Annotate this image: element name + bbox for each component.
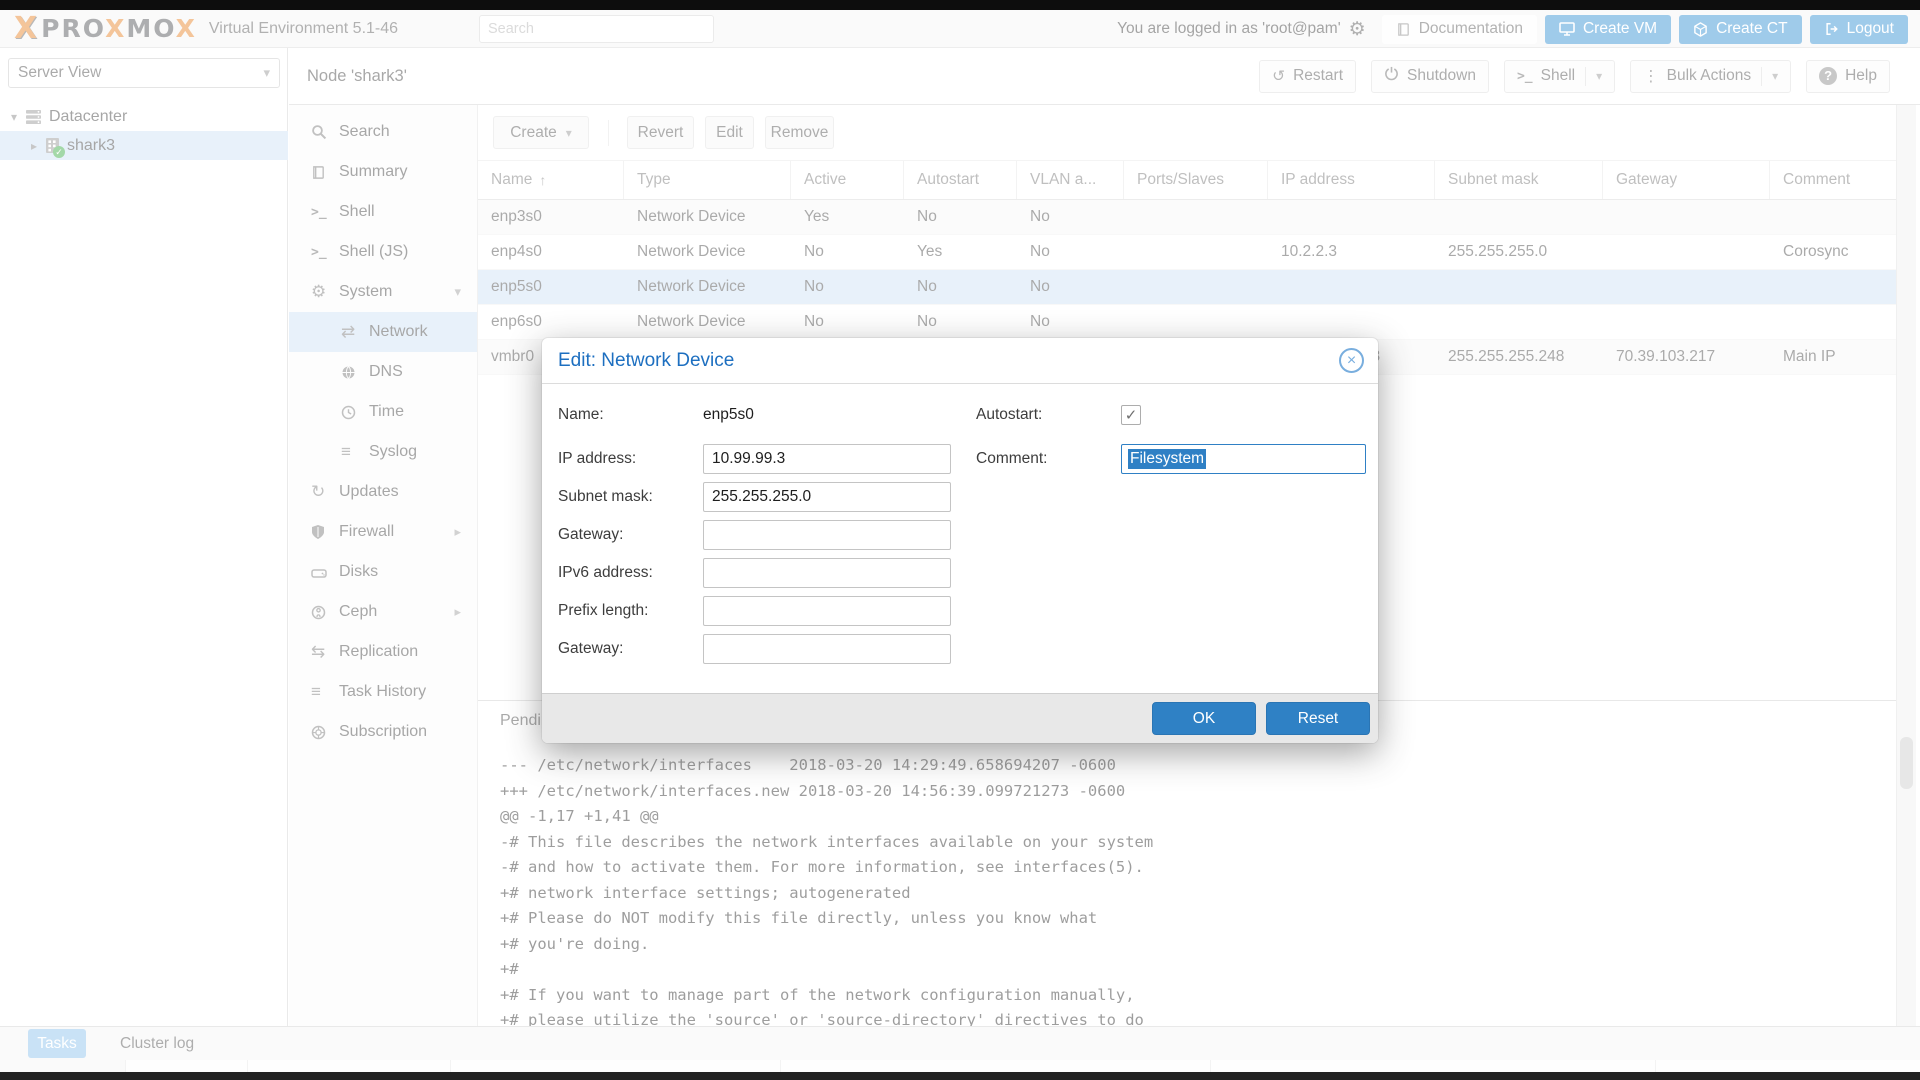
field-row-name: Name: enp5s0 bbox=[558, 402, 958, 428]
name-value: enp5s0 bbox=[703, 406, 754, 424]
field-row-gateway: Gateway: bbox=[558, 520, 958, 550]
field-row-gateway6: Gateway: bbox=[558, 634, 958, 664]
autostart-checkbox[interactable]: ✓ bbox=[1121, 405, 1141, 425]
prefix-length-field[interactable] bbox=[703, 596, 951, 626]
top-screen-strip bbox=[0, 0, 1920, 10]
subnet-mask-field[interactable] bbox=[703, 482, 951, 512]
reset-button[interactable]: Reset bbox=[1266, 702, 1370, 735]
edit-network-device-dialog: Edit: Network Device × Name: enp5s0 IP a… bbox=[542, 338, 1378, 743]
ok-button[interactable]: OK bbox=[1152, 702, 1256, 735]
field-row-autostart: Autostart: ✓ bbox=[976, 402, 1366, 428]
selected-text: Filesystem bbox=[1128, 449, 1206, 469]
field-row-ip: IP address: bbox=[558, 444, 958, 474]
ipv6-address-field[interactable] bbox=[703, 558, 951, 588]
dialog-title: Edit: Network Device bbox=[558, 350, 734, 372]
comment-field[interactable]: Filesystem bbox=[1121, 444, 1366, 474]
ipv6-gateway-field[interactable] bbox=[703, 634, 951, 664]
dialog-footer: OK Reset bbox=[542, 693, 1378, 743]
dialog-body: Name: enp5s0 IP address: Subnet mask: Ga… bbox=[542, 384, 1378, 693]
proxmox-screen: X PROXMOX Virtual Environment 5.1-46 You… bbox=[0, 0, 1920, 1080]
field-row-ipv6: IPv6 address: bbox=[558, 558, 958, 588]
close-icon[interactable]: × bbox=[1339, 348, 1364, 373]
gateway-field[interactable] bbox=[703, 520, 951, 550]
dialog-header[interactable]: Edit: Network Device × bbox=[542, 338, 1378, 384]
bottom-screen-strip bbox=[0, 1072, 1920, 1080]
ip-address-field[interactable] bbox=[703, 444, 951, 474]
field-row-comment: Comment: Filesystem bbox=[976, 444, 1366, 474]
field-row-prefix: Prefix length: bbox=[558, 596, 958, 626]
field-row-subnet: Subnet mask: bbox=[558, 482, 958, 512]
